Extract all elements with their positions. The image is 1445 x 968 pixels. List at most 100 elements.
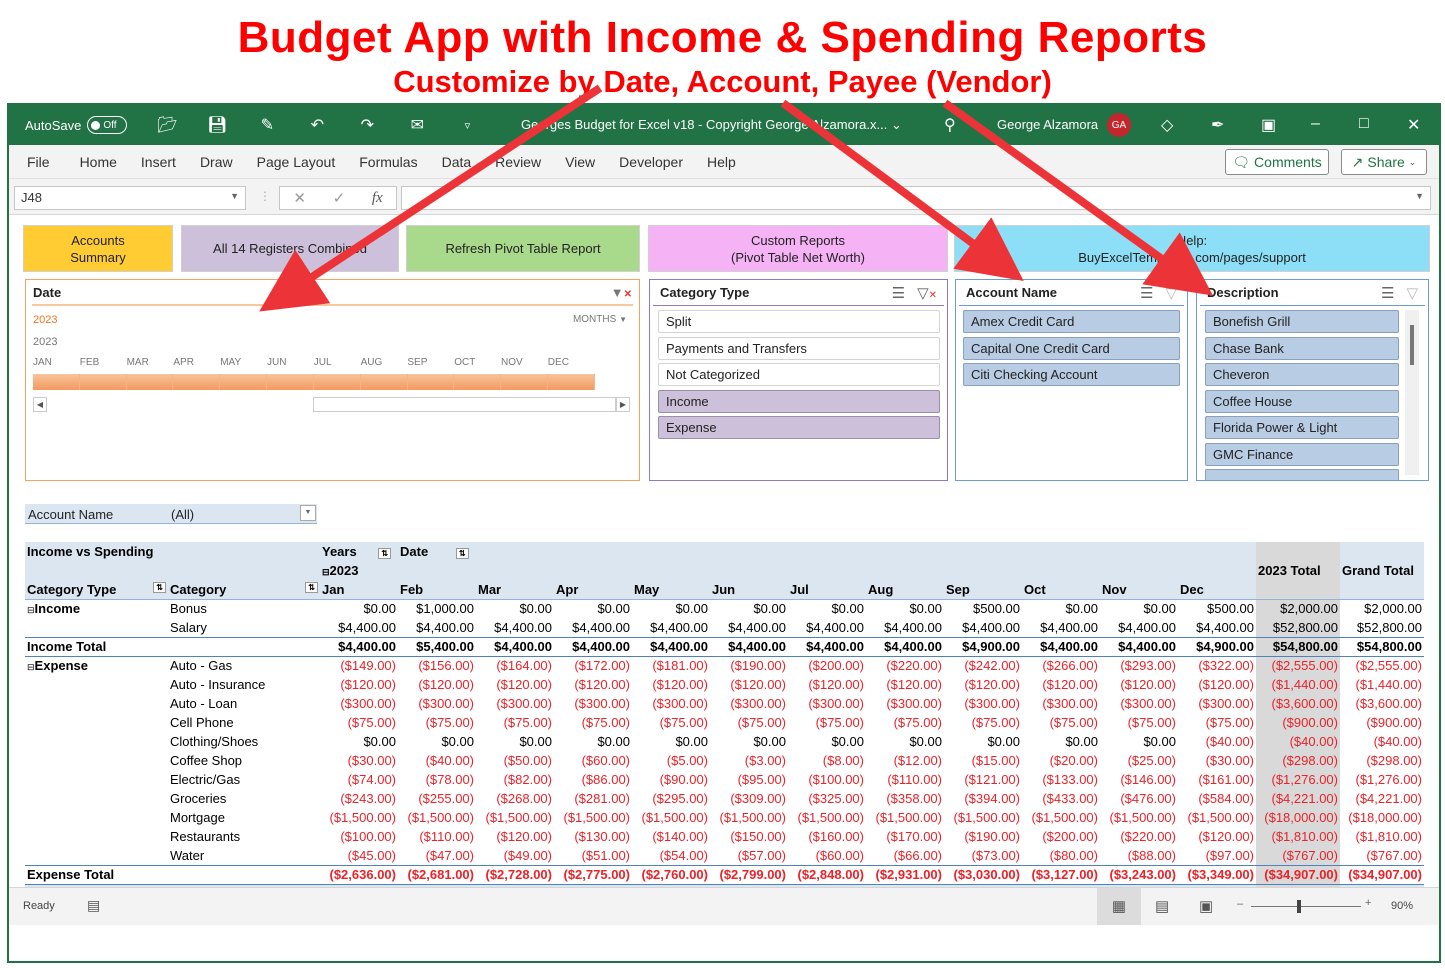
cell[interactable]: ($121.00) bbox=[944, 770, 1022, 789]
timeline-month-segment[interactable] bbox=[454, 374, 502, 390]
cell[interactable]: ($120.00) bbox=[1022, 675, 1100, 694]
cell[interactable]: ($242.00) bbox=[944, 656, 1022, 675]
chevron-down-icon[interactable]: ▼ bbox=[230, 191, 239, 201]
cell[interactable]: ($30.00) bbox=[320, 751, 398, 770]
cell[interactable]: ($300.00) bbox=[788, 694, 866, 713]
cell[interactable]: $500.00 bbox=[944, 599, 1022, 618]
slicer-item-coffee-house[interactable]: Coffee House bbox=[1205, 390, 1399, 413]
cell[interactable] bbox=[1256, 580, 1340, 599]
cell[interactable]: $4,400.00 bbox=[632, 636, 710, 656]
zoom-slider-thumb[interactable] bbox=[1297, 900, 1301, 913]
cell[interactable]: ($3.00) bbox=[710, 751, 788, 770]
month-header[interactable]: Jul bbox=[788, 580, 866, 599]
autosave-toggle[interactable]: AutoSave Off bbox=[25, 116, 128, 134]
cell[interactable]: ($75.00) bbox=[710, 713, 788, 732]
cell[interactable]: ($2,681.00) bbox=[398, 864, 476, 884]
page-layout-view-icon[interactable]: ▤ bbox=[1155, 897, 1169, 915]
category-type-header[interactable]: Category Type ⇅ bbox=[25, 580, 168, 599]
cell[interactable]: ($1,810.00) bbox=[1340, 827, 1424, 846]
cell[interactable]: ($49.00) bbox=[476, 846, 554, 865]
cell[interactable]: ($2,636.00) bbox=[320, 864, 398, 884]
cell[interactable]: ($1,500.00) bbox=[632, 808, 710, 827]
cell[interactable]: ($2,555.00) bbox=[1340, 656, 1424, 675]
cell[interactable]: ($120.00) bbox=[476, 827, 554, 846]
cell[interactable]: $5,400.00 bbox=[398, 636, 476, 656]
cell[interactable]: ($95.00) bbox=[710, 770, 788, 789]
cell[interactable]: ($170.00) bbox=[866, 827, 944, 846]
cell[interactable]: ($80.00) bbox=[1022, 846, 1100, 865]
month-header[interactable]: Sep bbox=[944, 580, 1022, 599]
cell[interactable]: ($295.00) bbox=[632, 789, 710, 808]
category-label[interactable]: Bonus bbox=[168, 599, 320, 618]
cell[interactable]: ($120.00) bbox=[398, 675, 476, 694]
cell[interactable]: ($156.00) bbox=[398, 656, 476, 675]
tab-home[interactable]: Home bbox=[62, 154, 129, 170]
tab-view[interactable]: View bbox=[553, 154, 607, 170]
cell[interactable]: ($97.00) bbox=[1178, 846, 1256, 865]
cell[interactable]: ($1,440.00) bbox=[1340, 675, 1424, 694]
cell[interactable]: ($300.00) bbox=[632, 694, 710, 713]
tab-page-layout[interactable]: Page Layout bbox=[245, 154, 348, 170]
cell[interactable] bbox=[25, 694, 168, 713]
splitter-handle[interactable]: ⋮ bbox=[259, 189, 271, 203]
avatar[interactable]: GA bbox=[1107, 113, 1131, 137]
cell[interactable]: ($3,600.00) bbox=[1340, 694, 1424, 713]
accessibility-icon[interactable]: ▤ bbox=[87, 897, 100, 914]
cell[interactable]: ($358.00) bbox=[866, 789, 944, 808]
years-field-header[interactable]: Years ⇅ bbox=[320, 542, 398, 561]
cell[interactable]: $0.00 bbox=[788, 732, 866, 751]
cell[interactable]: $4,400.00 bbox=[866, 618, 944, 637]
cell[interactable]: $0.00 bbox=[866, 732, 944, 751]
cell[interactable]: $500.00 bbox=[1178, 599, 1256, 618]
cell[interactable]: ($50.00) bbox=[476, 751, 554, 770]
cell[interactable] bbox=[25, 770, 168, 789]
cell[interactable]: ($1,440.00) bbox=[1256, 675, 1340, 694]
cell[interactable]: ($3,600.00) bbox=[1256, 694, 1340, 713]
cell[interactable] bbox=[25, 808, 168, 827]
maximize-icon[interactable]: □ bbox=[1359, 115, 1369, 133]
custom-reports-button[interactable]: Custom Reports (Pivot Table Net Worth) bbox=[648, 225, 948, 272]
cell[interactable] bbox=[25, 618, 168, 637]
cell[interactable] bbox=[554, 542, 632, 561]
month-header[interactable]: Jan bbox=[320, 580, 398, 599]
cell[interactable]: $0.00 bbox=[1022, 599, 1100, 618]
cell[interactable]: ($433.00) bbox=[1022, 789, 1100, 808]
open-folder-icon[interactable]: 📂︎ bbox=[157, 115, 177, 135]
timeline-month-segment[interactable] bbox=[501, 374, 549, 390]
group-label[interactable]: ⊟Income bbox=[25, 599, 168, 618]
cell[interactable] bbox=[168, 636, 320, 656]
cell[interactable]: ($40.00) bbox=[1178, 732, 1256, 751]
cell[interactable]: ($75.00) bbox=[866, 713, 944, 732]
cell[interactable]: ($268.00) bbox=[476, 789, 554, 808]
cell[interactable]: $0.00 bbox=[476, 732, 554, 751]
cell[interactable]: ($767.00) bbox=[1256, 846, 1340, 865]
normal-view-icon[interactable]: ▦ bbox=[1097, 888, 1141, 925]
category-label[interactable]: Coffee Shop bbox=[168, 751, 320, 770]
cell[interactable]: ($300.00) bbox=[476, 694, 554, 713]
cell[interactable]: ($75.00) bbox=[1178, 713, 1256, 732]
cell[interactable]: ($394.00) bbox=[944, 789, 1022, 808]
category-label[interactable]: Restaurants bbox=[168, 827, 320, 846]
timeline-month-segment[interactable] bbox=[314, 374, 361, 390]
slicer-item-citi-checking[interactable]: Citi Checking Account bbox=[963, 363, 1180, 386]
category-label[interactable]: Auto - Insurance bbox=[168, 675, 320, 694]
multi-select-icon[interactable]: ☰ bbox=[1381, 284, 1394, 302]
cell[interactable]: $4,400.00 bbox=[710, 636, 788, 656]
cell[interactable]: ($3,349.00) bbox=[1178, 864, 1256, 884]
timeline-month-segment[interactable] bbox=[80, 374, 127, 390]
cell[interactable] bbox=[1340, 542, 1424, 561]
cell[interactable]: ($2,728.00) bbox=[476, 864, 554, 884]
cell[interactable]: ($4,221.00) bbox=[1340, 789, 1424, 808]
cell[interactable]: ($2,799.00) bbox=[710, 864, 788, 884]
cell[interactable]: ($45.00) bbox=[320, 846, 398, 865]
cell[interactable]: $0.00 bbox=[944, 732, 1022, 751]
category-label[interactable]: Auto - Gas bbox=[168, 656, 320, 675]
cell[interactable]: $4,900.00 bbox=[944, 636, 1022, 656]
cell[interactable]: ($584.00) bbox=[1178, 789, 1256, 808]
cell[interactable]: ($74.00) bbox=[320, 770, 398, 789]
slicer-item-split[interactable]: Split bbox=[658, 310, 940, 333]
cell[interactable]: ($300.00) bbox=[944, 694, 1022, 713]
cell[interactable]: ($4,221.00) bbox=[1256, 789, 1340, 808]
scroll-right-icon[interactable]: ▶ bbox=[616, 397, 630, 412]
cell[interactable]: ($1,276.00) bbox=[1256, 770, 1340, 789]
